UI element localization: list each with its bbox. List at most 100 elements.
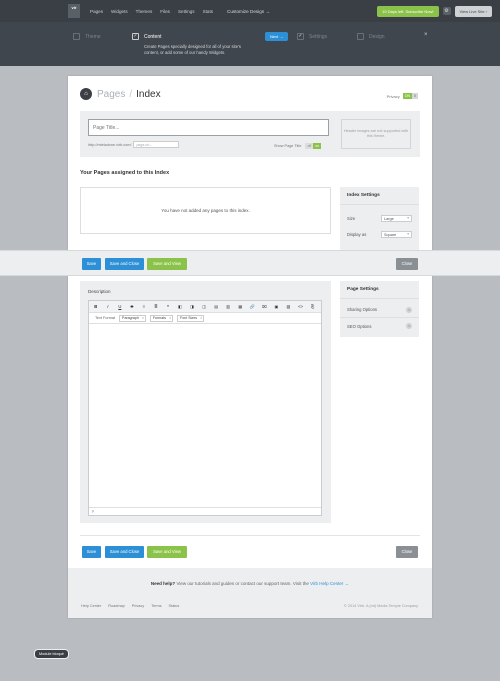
setup-wizard: Theme ✓ Content Create Pages specially d…: [0, 22, 500, 66]
index-display-select[interactable]: Square: [381, 230, 412, 238]
index-settings-box: Index Settings Size Large Display as Squ…: [340, 187, 419, 250]
index-display-label: Display as: [347, 231, 367, 237]
next-button[interactable]: Next →: [265, 32, 289, 41]
code-icon[interactable]: <>: [297, 303, 305, 311]
close-button[interactable]: Close: [396, 546, 418, 558]
module-badge: Module bloqué: [34, 649, 69, 659]
bold-icon[interactable]: B: [92, 303, 100, 311]
underline-icon[interactable]: U: [116, 303, 124, 311]
save-and-view-button[interactable]: Save and View: [147, 546, 187, 558]
view-live-site-button[interactable]: View Live Site ›: [454, 5, 492, 17]
copyright: © 2014 Virb. A (mt) Media Temple Company: [344, 604, 418, 608]
editor-status-path: p: [89, 507, 321, 515]
bullet-list-icon[interactable]: ≡: [140, 303, 148, 311]
nav-stats[interactable]: Stats: [203, 9, 213, 14]
font-sizes-select[interactable]: Font Sizes: [177, 314, 205, 322]
wizard-step-label: Theme: [85, 33, 101, 40]
check-icon: ✓: [297, 33, 304, 40]
close-icon[interactable]: ×: [424, 32, 428, 38]
help-section: Need help? View our tutorials and guides…: [68, 568, 432, 618]
toggle-off[interactable]: off: [305, 143, 314, 149]
media-icon[interactable]: ▨: [285, 303, 293, 311]
formats-select[interactable]: Formats: [149, 314, 174, 322]
divider: [80, 535, 420, 536]
seo-options-row[interactable]: SEO Options ×: [340, 318, 419, 334]
numbered-list-icon[interactable]: ≣: [152, 303, 160, 311]
wizard-step-settings[interactable]: ✓ Settings: [297, 33, 327, 40]
gear-icon[interactable]: ⚙: [442, 7, 451, 15]
sharing-options-label: Sharing Options: [347, 307, 378, 312]
privacy-off[interactable]: 0: [412, 93, 418, 99]
link-icon[interactable]: 🔗: [249, 303, 257, 311]
show-title-label: Show Page Title: [274, 144, 302, 148]
image-icon[interactable]: ▣: [273, 303, 281, 311]
url-prefix: http://mieladone.virb.com/: [88, 142, 132, 147]
sharing-options-row[interactable]: Sharing Options ×: [340, 302, 419, 318]
nav-pages[interactable]: Pages: [90, 9, 103, 14]
editor-format-bar: Text Format Paragraph Formats Font Sizes: [89, 313, 321, 324]
align-left-icon[interactable]: ◧: [176, 303, 184, 311]
virb-logo[interactable]: vir: [68, 4, 80, 18]
paste-icon[interactable]: ⎘: [309, 303, 317, 311]
page-settings-box: Page Settings Sharing Options × SEO Opti…: [340, 281, 419, 337]
paragraph-select[interactable]: Paragraph: [119, 314, 146, 322]
sticky-save-bar: Save Save and Close Save and View Close: [0, 250, 500, 276]
seo-options-label: SEO Options: [347, 323, 372, 329]
nav-themes[interactable]: Themes: [136, 9, 153, 14]
footer-privacy[interactable]: Privacy: [132, 604, 144, 608]
strikethrough-icon[interactable]: S: [128, 303, 136, 311]
page-title: Index: [136, 88, 161, 100]
top-navigation: vir Pages Widgets Themes Files Settings …: [0, 0, 500, 22]
indent-icon[interactable]: ▥: [225, 303, 233, 311]
align-right-icon[interactable]: ◫: [200, 303, 208, 311]
index-size-select[interactable]: Large: [381, 214, 412, 222]
blockquote-icon[interactable]: ❝: [164, 303, 172, 311]
assigned-pages-empty: You have not added any pages to this ind…: [80, 187, 331, 234]
save-and-close-button[interactable]: Save and Close: [105, 546, 144, 558]
show-title-toggle[interactable]: Show Page Title off on: [274, 143, 322, 149]
subscribe-button[interactable]: 19 Days left. Subscribe Now!: [377, 5, 439, 17]
step-checkbox-icon: [357, 33, 364, 40]
nav-files[interactable]: Files: [160, 9, 170, 14]
nav-customize-design[interactable]: Customize Design →: [227, 9, 270, 14]
privacy-toggle[interactable]: Privacy ON 0: [387, 93, 418, 99]
save-button[interactable]: Save: [82, 546, 101, 558]
wizard-step-theme[interactable]: Theme: [73, 33, 101, 40]
footer-links: Help Center Roadmap Privacy Terms Status: [81, 604, 186, 608]
check-icon: ✓: [132, 33, 139, 40]
footer-roadmap[interactable]: Roadmap: [108, 604, 124, 608]
outdent-icon[interactable]: ▦: [237, 303, 245, 311]
url-row: http://mieladone.virb.com/ page-url...: [88, 141, 180, 148]
wizard-step-label: Settings: [309, 33, 328, 40]
italic-icon[interactable]: I: [104, 303, 112, 311]
wizard-step-design[interactable]: Design: [357, 33, 385, 40]
breadcrumb-separator: /: [129, 88, 133, 100]
close-button[interactable]: Close: [396, 258, 418, 270]
page-title-input[interactable]: [88, 119, 329, 136]
wizard-step-label: Content: [144, 33, 162, 40]
unlink-icon[interactable]: ⌧: [261, 303, 269, 311]
toggle-on[interactable]: on: [313, 143, 322, 149]
page-url-input[interactable]: page-url...: [133, 141, 180, 148]
footer-terms[interactable]: Terms: [151, 604, 161, 608]
breadcrumb-parent[interactable]: Pages: [97, 89, 125, 100]
align-center-icon[interactable]: ◨: [188, 303, 196, 311]
close-icon[interactable]: ×: [406, 306, 412, 313]
save-and-close-button[interactable]: Save and Close: [105, 258, 144, 270]
nav-settings[interactable]: Settings: [178, 9, 195, 14]
footer-status[interactable]: Status: [169, 604, 180, 608]
page-settings-title: Page Settings: [340, 281, 419, 299]
wizard-step-content[interactable]: ✓ Content: [132, 33, 162, 40]
title-area: http://mieladone.virb.com/ page-url... S…: [80, 111, 420, 157]
breadcrumb: ⌂ Pages / Index: [80, 88, 161, 100]
align-justify-icon[interactable]: ▤: [212, 303, 220, 311]
save-and-view-button[interactable]: Save and View: [147, 258, 187, 270]
footer-help-center[interactable]: Help Center: [81, 604, 101, 608]
nav-widgets[interactable]: Widgets: [111, 9, 128, 14]
privacy-on[interactable]: ON: [402, 93, 413, 99]
pages-icon: ⌂: [80, 88, 92, 100]
rich-text-editor: B I U S ≡ ≣ ❝ ◧ ◨ ◫ ▤ ▥ ▦ 🔗 ⌧ ▣ ▨ <> ⎘ T…: [88, 300, 322, 516]
help-center-link[interactable]: Virb Help Center →: [310, 581, 349, 586]
close-icon[interactable]: ×: [406, 323, 412, 329]
save-button[interactable]: Save: [82, 258, 101, 270]
